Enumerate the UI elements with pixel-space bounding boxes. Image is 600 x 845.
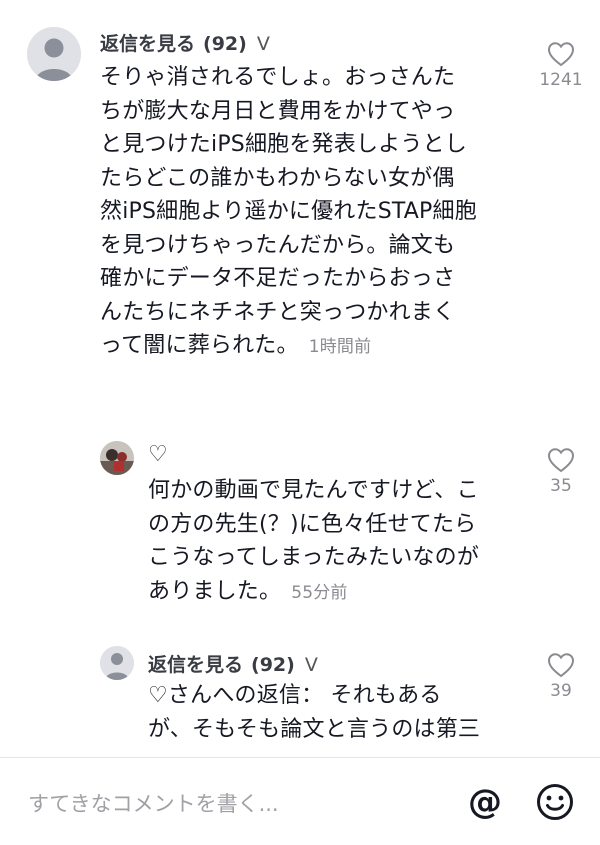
heart-outline-icon (547, 448, 575, 473)
reply-count: (92) (203, 33, 247, 55)
default-avatar-icon (27, 27, 81, 81)
heart-outline-icon (547, 42, 575, 67)
chevron-down-icon: V (304, 654, 318, 676)
avatar[interactable] (27, 27, 81, 81)
username[interactable]: 返信を見る (92) V (148, 650, 318, 677)
username[interactable]: 返信を見る (92) V (100, 29, 270, 56)
comment-input-bar: すてきなコメントを書く... @ (0, 757, 600, 845)
username[interactable]: ♡ (148, 442, 168, 467)
reply-count: (92) (251, 654, 295, 676)
username-text: 返信を見る (148, 654, 244, 676)
at-icon[interactable]: @ (468, 782, 502, 822)
comment-input[interactable]: すてきなコメントを書く... (28, 788, 279, 818)
timestamp: 1時間前 (308, 337, 372, 357)
username-text: 返信を見る (100, 33, 196, 55)
chevron-down-icon: V (256, 33, 270, 55)
user-photo-icon (100, 441, 134, 475)
comment-text: そりゃ消されるでしょ。おっさんた ちが膨大な月日と費用をかけてやっ と見つけたi… (100, 65, 477, 358)
smiley-icon[interactable] (535, 782, 575, 826)
like-button[interactable]: 35 (536, 447, 586, 496)
avatar[interactable] (100, 646, 134, 680)
like-count: 35 (550, 476, 572, 496)
like-count: 1241 (539, 70, 583, 90)
timestamp: 55分前 (291, 582, 348, 603)
default-avatar-icon (100, 646, 134, 680)
comment-text: ♡さんへの返信： それもある が、そもそも論文と言うのは第三 (148, 683, 481, 742)
like-button[interactable]: 39 (536, 652, 586, 701)
like-count: 39 (550, 681, 572, 701)
username-text: ♡ (148, 442, 168, 467)
like-button[interactable]: 1241 (536, 41, 586, 90)
heart-outline-icon (547, 653, 575, 678)
comment-text: 何かの動画で見たんですけど、こ の方の先生(？)に色々任せてたら こうなってしま… (148, 478, 480, 604)
avatar-photo[interactable] (100, 441, 134, 475)
